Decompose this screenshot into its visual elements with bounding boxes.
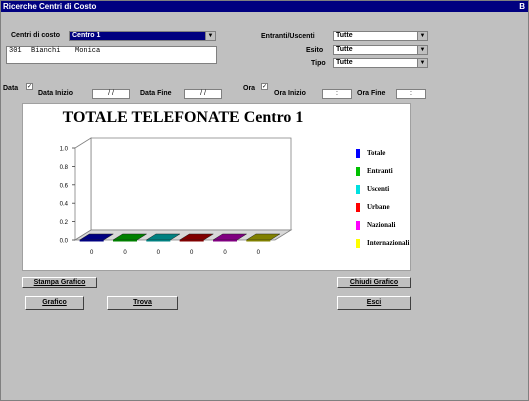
- data-label: Data: [3, 85, 19, 92]
- chart-side-wall: [74, 137, 92, 241]
- title-corner-glyph: B: [519, 2, 525, 11]
- chart-panel: TOTALE TELEFONATE Centro 1 1.0 0.8 0.6 0.4 0…: [22, 103, 411, 271]
- title-bar: Ricerche Centri di Costo B: [1, 1, 528, 12]
- ora-label: Ora: [243, 85, 256, 92]
- legend-swatch: [356, 149, 360, 158]
- esci-button[interactable]: Esci: [337, 296, 411, 310]
- entranti-combo[interactable]: Tutte ▼: [333, 31, 428, 41]
- chevron-down-icon[interactable]: ▼: [417, 46, 427, 54]
- ora-inizio-field[interactable]: :: [322, 89, 352, 99]
- ora-inizio-label: Ora Inizio: [274, 90, 306, 97]
- bar-front: [146, 240, 171, 242]
- y-tick-label: 0.8: [60, 165, 69, 171]
- chart-back-wall: [90, 137, 292, 231]
- legend-label: Urbane: [367, 203, 390, 211]
- centri-selected: Centro 1: [72, 32, 101, 39]
- y-tick-label: 0.0: [60, 239, 69, 245]
- ora-checkbox[interactable]: ✓: [261, 83, 268, 90]
- legend-swatch: [356, 185, 360, 194]
- entranti-label: Entranti/Uscenti: [261, 33, 315, 40]
- listbox-code: 301: [9, 47, 22, 55]
- tipo-label: Tipo: [311, 60, 326, 67]
- x-tick-label: 0: [257, 250, 261, 256]
- main-window: Ricerche Centri di Costo B Centri di cos…: [0, 0, 529, 401]
- x-tick-label: 0: [190, 250, 194, 256]
- bar-front: [179, 240, 204, 242]
- listbox-surname: Bianchi: [31, 47, 61, 55]
- esito-label: Esito: [306, 47, 324, 54]
- entranti-value: Tutte: [336, 32, 353, 39]
- bar-front: [79, 240, 104, 242]
- legend-label: Nazionali: [367, 221, 396, 229]
- legend-label: Uscenti: [367, 185, 390, 193]
- data-fine-field[interactable]: / /: [184, 89, 222, 99]
- grafico-button[interactable]: Grafico: [25, 296, 84, 310]
- x-tick-label: 0: [123, 250, 127, 256]
- esito-value: Tutte: [336, 46, 353, 53]
- chevron-down-icon[interactable]: ▼: [417, 32, 427, 40]
- centri-label: Centri di costo: [11, 32, 61, 39]
- y-tick-label: 0.4: [60, 202, 69, 208]
- y-tick-label: 0.2: [60, 220, 69, 226]
- bar-front: [213, 240, 237, 242]
- tipo-combo[interactable]: Tutte ▼: [333, 58, 428, 68]
- legend-label: Totale: [367, 149, 386, 157]
- bar-chart: 1.0 0.8 0.6 0.4 0.2 0.0 0 0 0 0 0 0: [60, 137, 293, 256]
- x-tick-label: 0: [90, 250, 94, 256]
- chevron-down-icon[interactable]: ▼: [205, 32, 215, 40]
- listbox-name: Monica: [75, 47, 101, 55]
- window-title: Ricerche Centri di Costo: [3, 2, 97, 11]
- chart-title: TOTALE TELEFONATE Centro 1: [62, 109, 304, 126]
- x-tick-label: 0: [157, 250, 161, 256]
- legend-swatch: [356, 221, 360, 230]
- legend-swatch: [356, 239, 360, 248]
- y-tick-label: 0.6: [60, 183, 69, 189]
- data-inizio-label: Data Inizio: [38, 90, 74, 97]
- employee-listbox[interactable]: 301 Bianchi Monica: [6, 46, 217, 64]
- data-inizio-field[interactable]: / /: [92, 89, 130, 99]
- legend-label: Internazionali: [367, 239, 410, 247]
- trova-button[interactable]: Trova: [107, 296, 178, 310]
- ora-fine-label: Ora Fine: [357, 90, 386, 97]
- chevron-down-icon[interactable]: ▼: [417, 59, 427, 67]
- legend-swatch: [356, 167, 360, 176]
- bar-front: [246, 240, 271, 242]
- esito-combo[interactable]: Tutte ▼: [333, 45, 428, 55]
- centri-combo[interactable]: Centro 1 ▼: [69, 31, 216, 41]
- data-fine-label: Data Fine: [140, 90, 172, 97]
- stampa-grafico-button[interactable]: Stampa Grafico: [22, 277, 97, 288]
- ora-fine-field[interactable]: :: [396, 89, 426, 99]
- y-tick-label: 1.0: [60, 147, 69, 153]
- legend-swatch: [356, 203, 360, 212]
- x-tick-label: 0: [223, 250, 227, 256]
- tipo-value: Tutte: [336, 59, 353, 66]
- legend-label: Entranti: [367, 167, 393, 175]
- bar-front: [113, 240, 137, 242]
- data-checkbox[interactable]: ✓: [26, 83, 33, 90]
- chiudi-grafico-button[interactable]: Chiudi Grafico: [337, 277, 411, 288]
